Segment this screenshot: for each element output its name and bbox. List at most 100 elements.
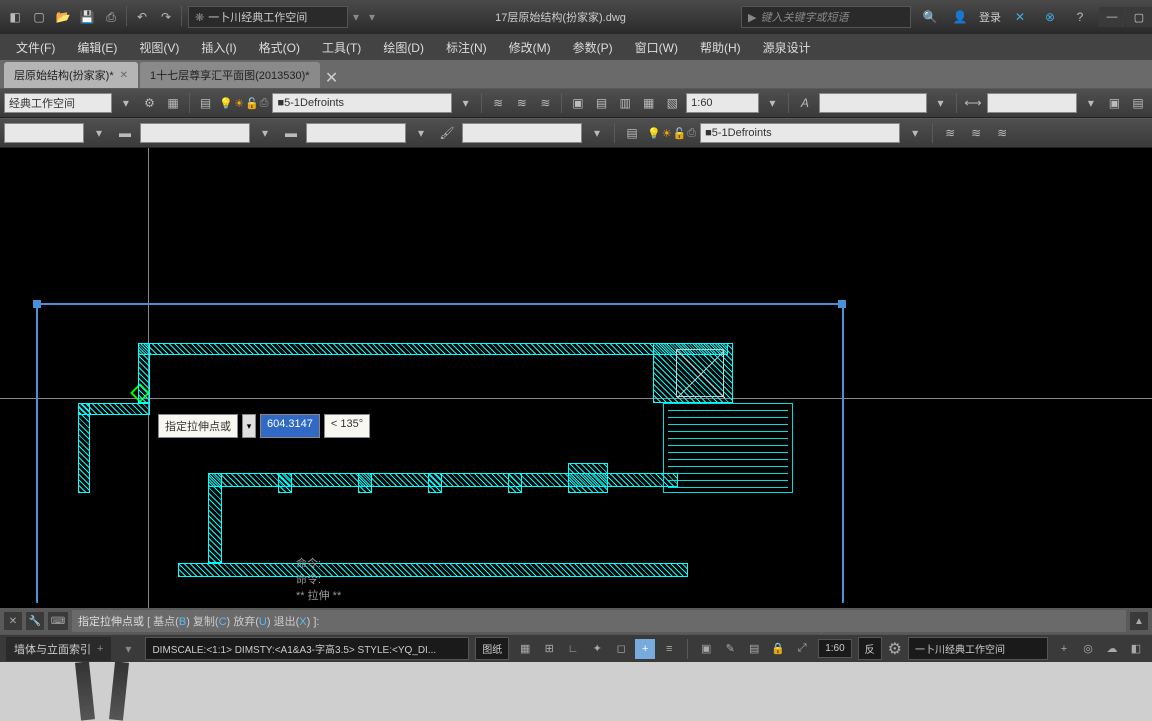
layer-combo-2[interactable]: ■ 5-1Defroints (700, 123, 900, 143)
save-icon[interactable]: 💾 (76, 6, 98, 28)
plotstyle-combo[interactable] (462, 123, 582, 143)
textstyle-combo[interactable] (819, 93, 927, 113)
menu-insert[interactable]: 插入(I) (191, 35, 246, 60)
layer-props2-icon[interactable]: ▤ (621, 122, 643, 144)
tb-icon-e[interactable]: ▧ (663, 92, 683, 114)
plot-icon[interactable]: ⎙ (260, 97, 269, 110)
color-combo[interactable] (4, 123, 84, 143)
osnap-toggle-icon[interactable]: ◻ (611, 639, 631, 659)
command-input[interactable]: 指定拉伸点或 [ 基点(B) 复制(C) 放弃(U) 退出(X) ]: (72, 610, 1126, 632)
dyn-toggle-icon[interactable]: + (635, 639, 655, 659)
menu-tools[interactable]: 工具(T) (312, 35, 371, 60)
layer-combo[interactable]: ■ 5-1Defroints (272, 93, 451, 113)
dim-icon[interactable]: ⟷ (963, 92, 983, 114)
lock-icon[interactable]: 🔓 (245, 97, 259, 110)
maximize-button[interactable]: ▢ (1126, 7, 1152, 27)
lwt-toggle-icon[interactable]: ≡ (659, 639, 679, 659)
lineweight-combo[interactable] (306, 123, 406, 143)
layer-walk-icon[interactable]: ≋ (536, 92, 556, 114)
layer-filter-icon[interactable]: ≋ (488, 92, 508, 114)
dd-arrow-icon[interactable]: ▾ (116, 92, 136, 114)
tb-icon-b[interactable]: ▤ (592, 92, 612, 114)
menu-dimension[interactable]: 标注(N) (436, 35, 497, 60)
app-icon[interactable]: ◧ (4, 6, 26, 28)
menu-yuanquan[interactable]: 源泉设计 (753, 35, 821, 60)
help-icon[interactable]: ? (1069, 6, 1091, 28)
menu-draw[interactable]: 绘图(D) (373, 35, 434, 60)
layer-props-icon[interactable]: ▤ (196, 92, 216, 114)
saveas-icon[interactable]: ⎙ (100, 6, 122, 28)
menu-modify[interactable]: 修改(M) (499, 35, 561, 60)
menu-view[interactable]: 视图(V) (129, 35, 189, 60)
tab-doc1[interactable]: 层原始结构(扮家家)*✕ (4, 62, 138, 88)
status-tab-tuzhi[interactable]: 图纸 (475, 637, 509, 660)
tb-icon-a[interactable]: ▣ (568, 92, 588, 114)
grid-toggle-icon[interactable]: ▦ (515, 639, 535, 659)
tab-close-icon[interactable]: ✕ (120, 70, 128, 81)
help-search[interactable]: 键入关键字或短语 (741, 6, 911, 28)
snap-toggle-icon[interactable]: ⊞ (539, 639, 559, 659)
tray-icon[interactable]: ◧ (1126, 639, 1146, 659)
tab-doc2[interactable]: 1十七层尊享汇平面图(2013530)* (140, 62, 320, 88)
model-icon[interactable]: ▣ (696, 639, 716, 659)
cloud-icon[interactable]: ☁ (1102, 639, 1122, 659)
menu-help[interactable]: 帮助(H) (690, 35, 751, 60)
menu-edit[interactable]: 编辑(E) (67, 35, 127, 60)
sun-icon[interactable]: ☀ (234, 97, 244, 110)
tb-icon-d[interactable]: ▦ (639, 92, 659, 114)
status-workspace[interactable]: 一卜川经典工作空间 (908, 637, 1048, 660)
minimize-button[interactable]: — (1099, 7, 1125, 27)
signin-icon[interactable]: 👤 (949, 6, 971, 28)
redo-icon[interactable]: ↷ (155, 6, 177, 28)
dimstyle-combo[interactable] (987, 93, 1077, 113)
menu-window[interactable]: 窗口(W) (625, 35, 688, 60)
drawing-canvas[interactable]: 命令: 命令: ** 拉伸 ** (0, 148, 1152, 608)
grid-icon[interactable]: ▦ (163, 92, 183, 114)
undo-icon[interactable]: ↶ (131, 6, 153, 28)
tab-new-button[interactable]: ✕ (322, 68, 342, 88)
cmdline-expand-icon[interactable]: ▲ (1130, 612, 1148, 630)
gear-icon[interactable]: ⚙ (140, 92, 160, 114)
annoscale-lock-icon[interactable]: 🔒 (768, 639, 788, 659)
tb-icon-f[interactable]: ▣ (1105, 92, 1125, 114)
layer-walk2-icon[interactable]: ≋ (991, 122, 1013, 144)
exchange-icon[interactable]: ✕ (1009, 6, 1031, 28)
menu-parametric[interactable]: 参数(P) (563, 35, 623, 60)
polar-toggle-icon[interactable]: ✦ (587, 639, 607, 659)
infocenter-icon[interactable]: 🔍 (919, 6, 941, 28)
open-icon[interactable]: 📂 (52, 6, 74, 28)
quickprops-icon[interactable]: ✎ (720, 639, 740, 659)
workspace-dropdown[interactable]: 一卜川经典工作空间 (188, 6, 348, 28)
layer-iso-icon[interactable]: ≋ (512, 92, 532, 114)
cmdline-wrench-icon[interactable]: 🔧 (26, 612, 44, 630)
menu-format[interactable]: 格式(O) (249, 35, 310, 60)
app-x-icon[interactable]: ⊗ (1039, 6, 1061, 28)
scale-combo[interactable]: 1:60 (686, 93, 758, 113)
layer-filter2-icon[interactable]: ≋ (939, 122, 961, 144)
workspace-combo[interactable]: 经典工作空间 (4, 93, 112, 113)
ortho-toggle-icon[interactable]: ∟ (563, 639, 583, 659)
login-link[interactable]: 登录 (979, 9, 1001, 25)
dyn-dropdown-icon[interactable]: ▾ (242, 414, 256, 438)
layer-iso2-icon[interactable]: ≋ (965, 122, 987, 144)
annoscale-icon[interactable]: ⤢ (792, 639, 812, 659)
new-icon[interactable]: ▢ (28, 6, 50, 28)
layout-tab[interactable]: 墙体与立面索引+ (6, 637, 111, 661)
dyn-distance-input[interactable]: 604.3147 (260, 414, 320, 438)
lineweight-icon[interactable]: ▬ (280, 122, 302, 144)
workspace-dd-arrow[interactable]: ▾ (348, 10, 364, 24)
text-style-icon[interactable]: A (795, 92, 815, 114)
linetype-combo[interactable] (140, 123, 250, 143)
qat-customize[interactable]: ▾ (364, 10, 380, 24)
plus-icon[interactable]: + (1054, 639, 1074, 659)
gear2-icon[interactable]: ⚙ (888, 639, 902, 659)
linetype-icon[interactable]: ▬ (114, 122, 136, 144)
locate-icon[interactable]: ◎ (1078, 639, 1098, 659)
tb-icon-g[interactable]: ▤ (1128, 92, 1148, 114)
status-fan[interactable]: 反 (858, 637, 882, 660)
plotstyle-icon[interactable]: 🖌 (436, 122, 458, 144)
menu-file[interactable]: 文件(F) (6, 35, 65, 60)
cmdline-close-icon[interactable]: ✕ (4, 612, 22, 630)
bulb-icon[interactable]: 💡 (219, 97, 233, 110)
status-scale[interactable]: 1:60 (818, 639, 851, 658)
